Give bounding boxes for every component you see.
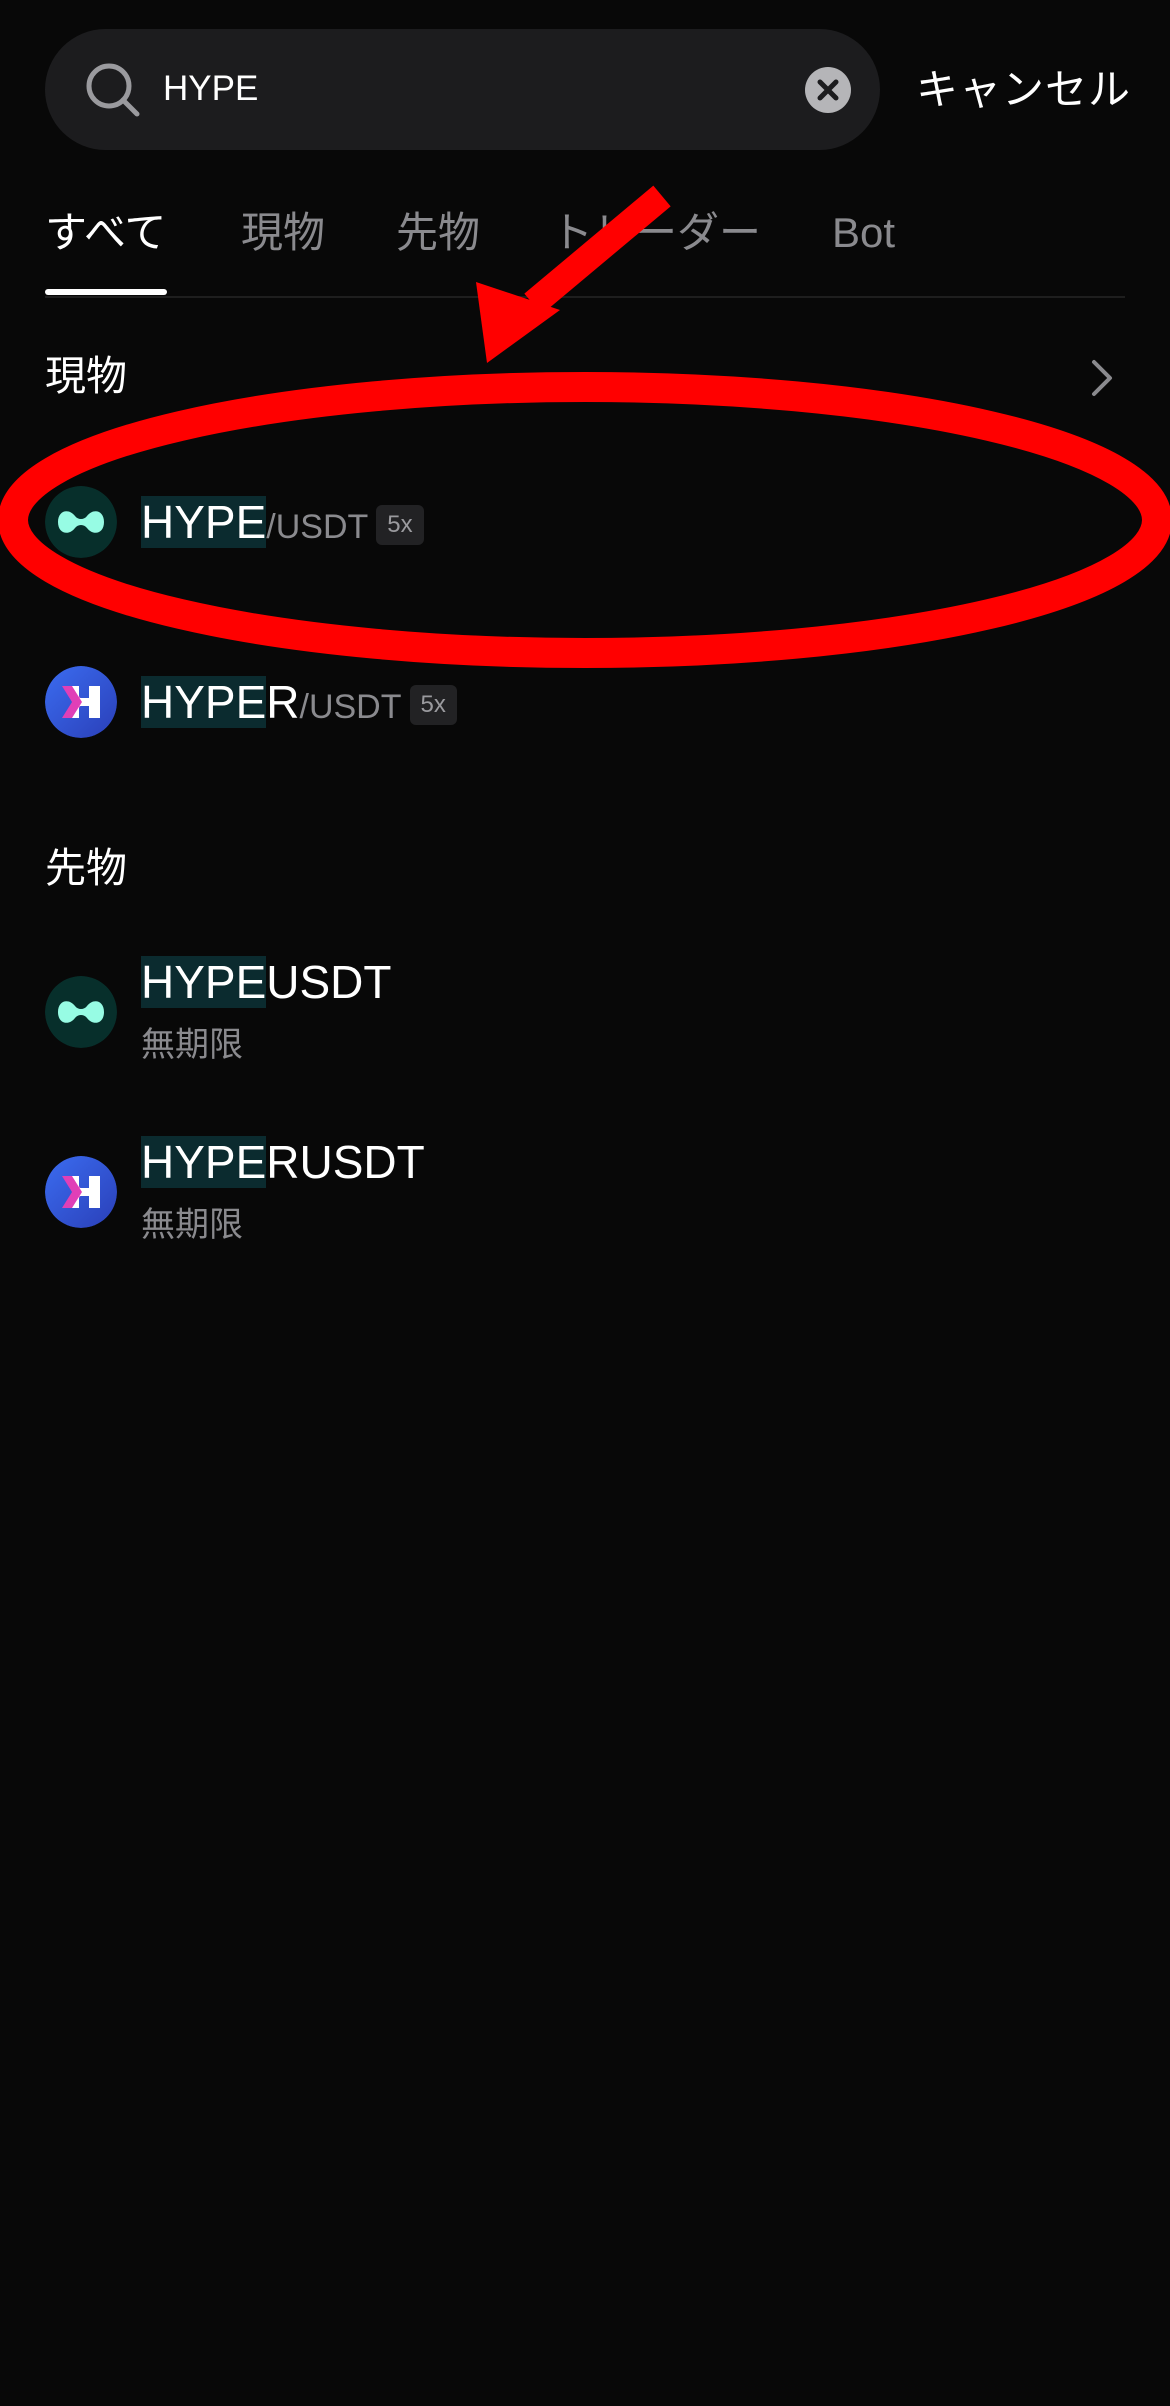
- leverage-badge: 5x: [409, 685, 457, 725]
- chevron-right-icon[interactable]: [1088, 358, 1116, 398]
- leverage-badge: 5x: [376, 505, 424, 545]
- spot-result-row[interactable]: HYPE/USDT 5x: [0, 462, 1170, 582]
- futures-result-row[interactable]: HYPERUSDT 無期限: [0, 1132, 1170, 1252]
- base-rest: R: [266, 676, 300, 728]
- hyper-logo-icon: [45, 1156, 117, 1228]
- match-highlight: HYPE: [141, 676, 267, 728]
- tab-traders[interactable]: トレーダー: [551, 203, 761, 263]
- contract-type: 無期限: [141, 1206, 243, 1244]
- cancel-button[interactable]: キャンセル: [916, 60, 1131, 120]
- search-box[interactable]: [45, 29, 880, 150]
- base-rest: RUSDT: [266, 1136, 425, 1188]
- active-tab-indicator: [45, 289, 167, 295]
- tab-all[interactable]: すべて: [45, 203, 166, 263]
- contract-name: HYPEUSDT: [141, 952, 392, 1024]
- hyper-logo-icon: [45, 666, 117, 738]
- quote-currency: /USDT: [299, 688, 402, 726]
- hype-logo-icon: [45, 486, 117, 558]
- quote-currency: /USDT: [266, 508, 369, 546]
- match-highlight: HYPE: [141, 496, 267, 548]
- search-input[interactable]: [163, 59, 803, 119]
- match-highlight: HYPE: [141, 956, 267, 1008]
- tab-spot[interactable]: 現物: [241, 203, 325, 263]
- spot-result-row[interactable]: HYPER/USDT 5x: [0, 642, 1170, 762]
- hype-logo-icon: [45, 976, 117, 1048]
- pair-name: HYPER/USDT 5x: [141, 672, 457, 744]
- clear-icon[interactable]: [805, 67, 851, 113]
- tab-bot[interactable]: Bot: [832, 203, 895, 263]
- search-icon: [86, 63, 140, 117]
- base-rest: USDT: [266, 956, 392, 1008]
- tab-bar: すべて 現物 先物 トレーダー Bot: [0, 190, 1170, 298]
- pair-name: HYPE/USDT 5x: [141, 492, 424, 564]
- tab-futures[interactable]: 先物: [396, 203, 480, 263]
- spot-section-title: 現物: [45, 353, 127, 399]
- match-highlight: HYPE: [141, 1136, 267, 1188]
- futures-result-row[interactable]: HYPEUSDT 無期限: [0, 952, 1170, 1072]
- futures-section-title: 先物: [45, 845, 127, 891]
- contract-name: HYPERUSDT: [141, 1132, 425, 1204]
- tabs-divider: [45, 296, 1125, 298]
- contract-type: 無期限: [141, 1026, 243, 1064]
